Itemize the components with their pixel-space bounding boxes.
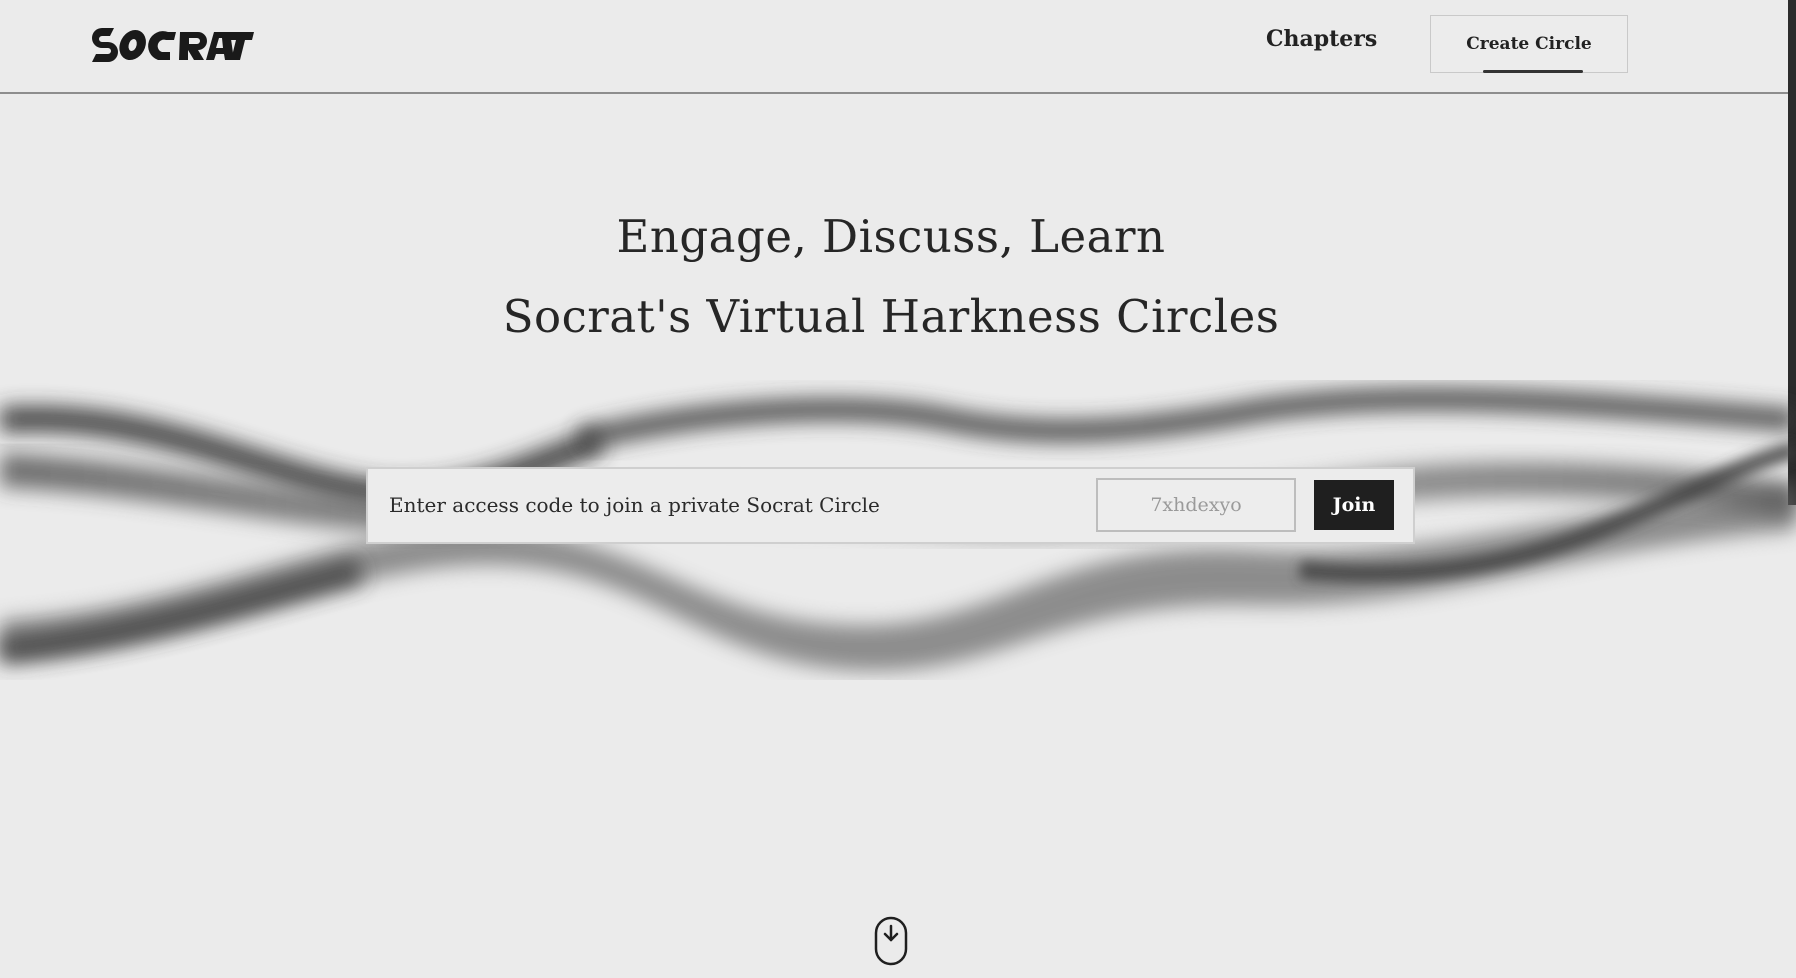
join-button[interactable]: Join [1314,480,1394,530]
create-circle-underline [1483,70,1583,73]
create-circle-label: Create Circle [1466,34,1592,54]
create-circle-button[interactable]: Create Circle [1430,15,1628,73]
access-code-form: Enter access code to join a private Socr… [366,467,1415,544]
access-code-input[interactable] [1096,478,1296,532]
page: Chapters Create Circle Engage, Discuss, … [0,0,1796,978]
mouse-scroll-down-icon[interactable] [874,916,908,966]
header: Chapters Create Circle [0,0,1796,94]
nav-chapters-link[interactable]: Chapters [1266,26,1377,52]
hero-title-line1: Engage, Discuss, Learn [616,210,1166,263]
hero-title-line2: Socrat's Virtual Harkness Circles [502,290,1280,343]
socrat-logo-icon[interactable] [90,26,254,62]
access-code-label: Enter access code to join a private Socr… [389,493,880,517]
